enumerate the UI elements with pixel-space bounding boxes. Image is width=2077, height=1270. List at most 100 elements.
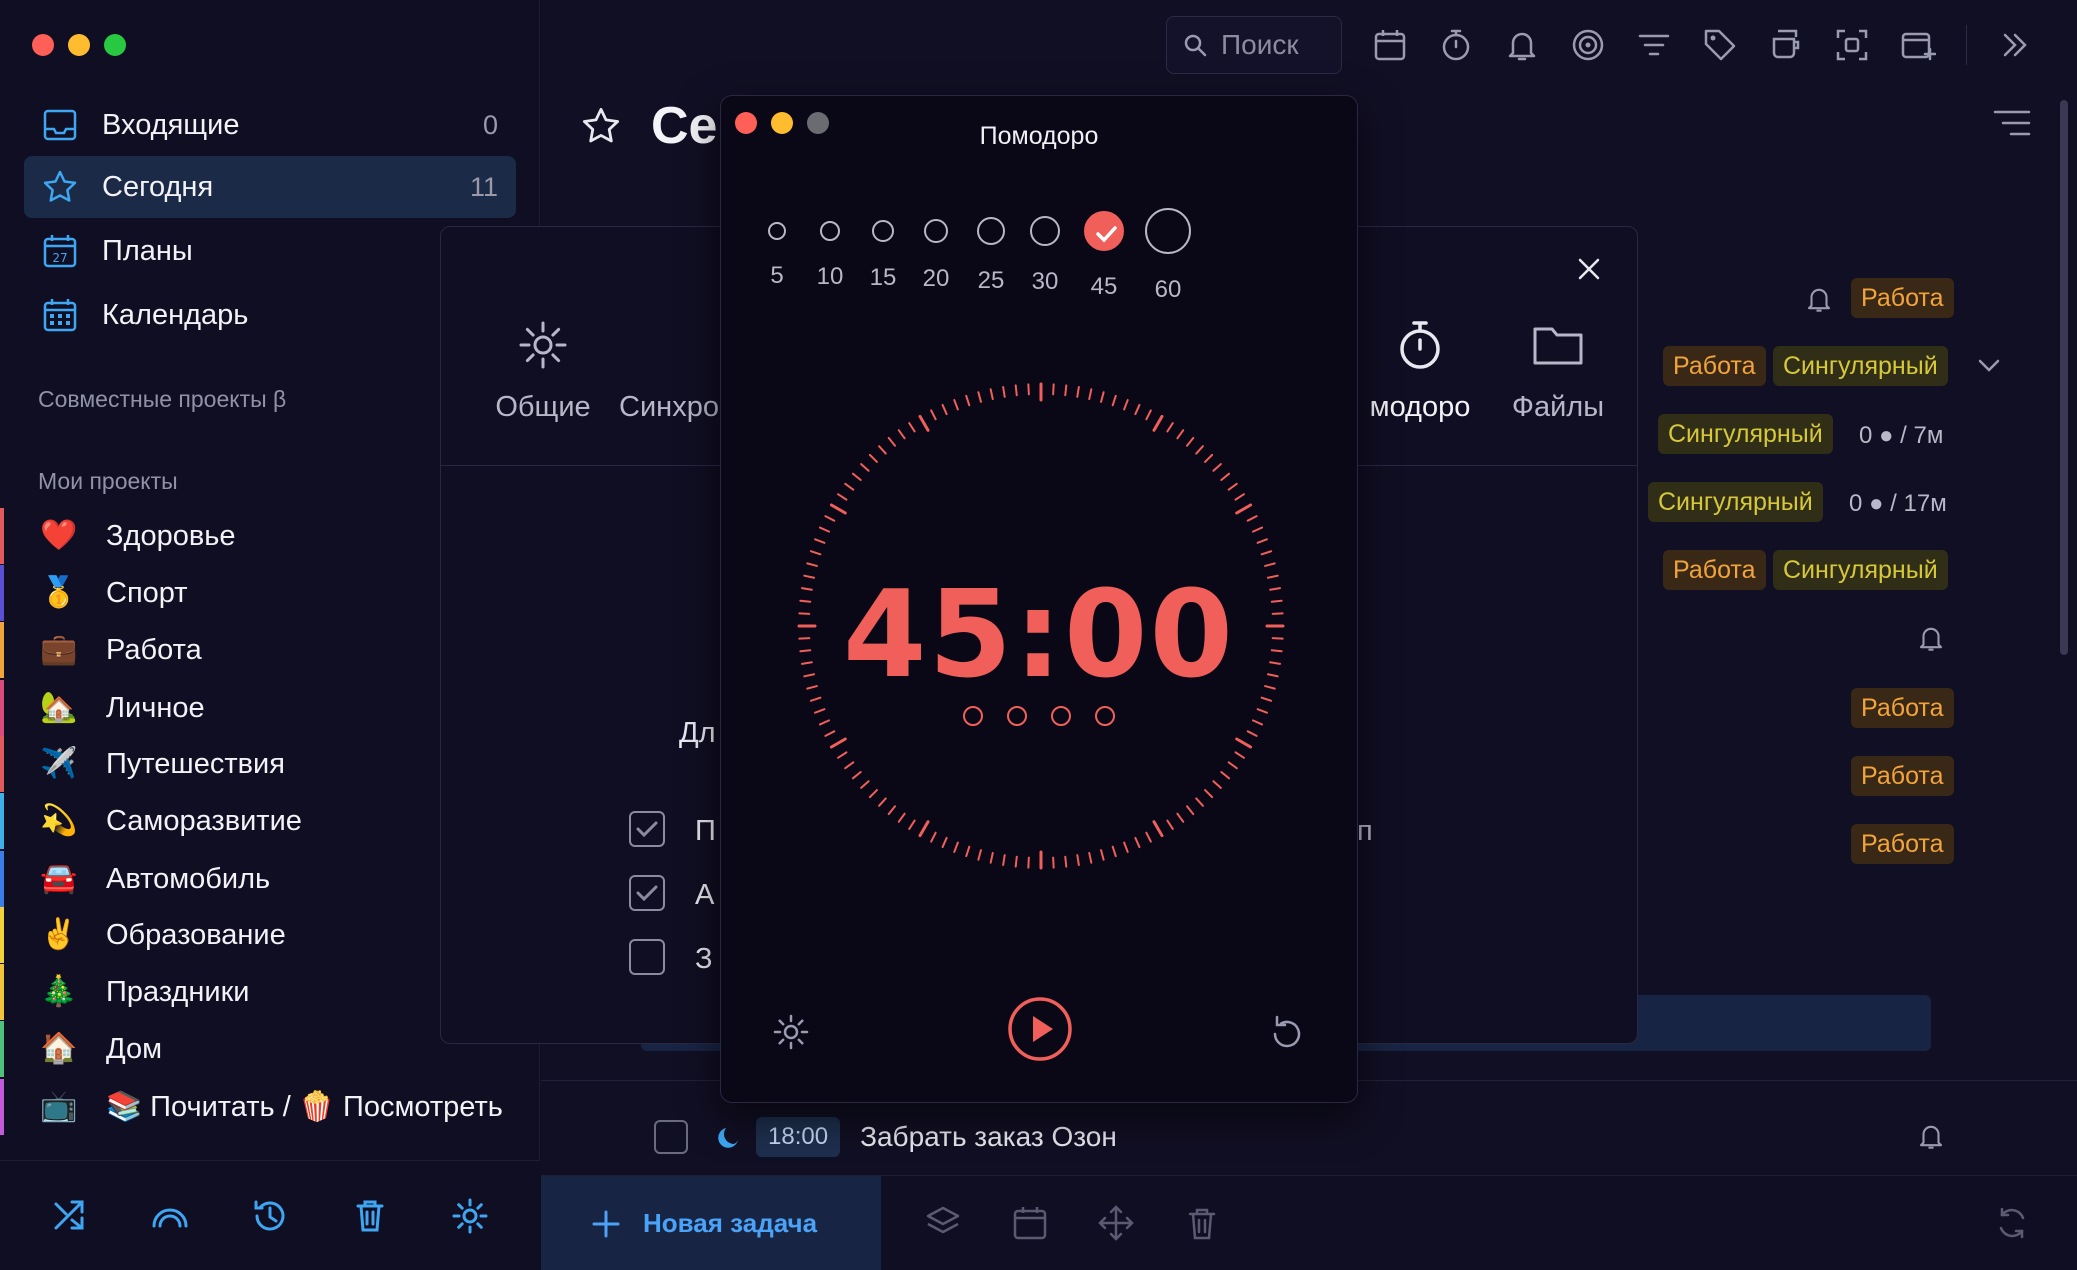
tab-files[interactable]: Файлы [1478, 317, 1638, 424]
tag-singular[interactable]: Сингулярный [1658, 414, 1833, 454]
shuffle-icon[interactable] [50, 1196, 90, 1236]
tag-icon[interactable] [1702, 27, 1738, 63]
sync-icon[interactable] [1993, 1204, 2031, 1242]
dial-tick [829, 737, 847, 749]
move-icon[interactable] [1097, 1204, 1135, 1242]
close-icon[interactable] [1575, 255, 1603, 283]
favorite-star-icon[interactable] [581, 106, 621, 146]
dial-tick [989, 388, 994, 401]
dial-tick [965, 845, 971, 858]
tag-work[interactable]: Работа [1851, 688, 1954, 728]
project-color-stripe [0, 622, 4, 678]
cup-icon[interactable] [1768, 27, 1804, 63]
sidebar-item-label: Сегодня [102, 170, 214, 203]
dial-tick [837, 751, 848, 759]
dial-tick [1002, 385, 1006, 398]
toolbar-divider [1966, 25, 1967, 65]
reset-icon[interactable] [1267, 1012, 1307, 1052]
shared-projects-header[interactable]: Совместные проекты β [38, 386, 286, 413]
setting-checkbox[interactable] [629, 939, 665, 975]
play-button[interactable] [1007, 996, 1073, 1062]
project-color-stripe [0, 565, 4, 621]
dial-tick [1176, 812, 1185, 823]
history-icon[interactable] [250, 1196, 290, 1236]
focus-target-icon[interactable] [1570, 27, 1606, 63]
dial-tick [868, 789, 878, 799]
tag-work[interactable]: Работа [1663, 550, 1766, 590]
expand-right-icon[interactable] [1997, 27, 2033, 63]
task-title[interactable]: Забрать заказ Озон [860, 1121, 1117, 1153]
project-color-stripe [0, 736, 4, 792]
reminder-bell-icon[interactable] [1916, 622, 1946, 654]
chevron-down-icon[interactable] [1977, 355, 2001, 377]
project-emoji-icon: ✈️ [40, 746, 78, 781]
tag-singular[interactable]: Сингулярный [1773, 550, 1948, 590]
filter-icon[interactable] [1636, 27, 1672, 63]
duration-option[interactable]: 60 [1133, 208, 1203, 304]
new-task-button[interactable]: Новая задача [541, 1176, 881, 1270]
duration-dot [768, 222, 786, 240]
project-item[interactable]: 📺 📚 Почитать / 🍿 Посмотреть [0, 1079, 540, 1135]
dial-tick [809, 550, 822, 556]
project-label: Образование [106, 918, 286, 951]
sidebar-toolbar [0, 1160, 540, 1270]
tag-singular[interactable]: Сингулярный [1773, 346, 1948, 386]
dial-tick [1195, 797, 1204, 807]
my-projects-header[interactable]: Мои проекты [38, 468, 178, 495]
dial-tick [1251, 526, 1264, 533]
delete-icon[interactable] [1183, 1204, 1221, 1242]
layers-icon[interactable] [924, 1204, 962, 1242]
dial-tick [930, 831, 937, 843]
setting-label: Дл [679, 717, 716, 749]
rainbow-icon[interactable] [150, 1196, 190, 1236]
trash-icon[interactable] [350, 1196, 390, 1236]
project-emoji-icon: ✌️ [40, 917, 78, 952]
tag-singular[interactable]: Сингулярный [1648, 482, 1823, 522]
minimize-window-button[interactable] [68, 34, 90, 56]
search-box[interactable] [1166, 16, 1342, 74]
dial-tick [1123, 399, 1129, 411]
inbox-icon [43, 109, 77, 141]
tag-work[interactable]: Работа [1851, 756, 1954, 796]
settings-gear-icon[interactable] [450, 1196, 490, 1236]
pomodoro-window: Помодоро 5 10 15 20 25 30 45 60 45:00 [720, 95, 1358, 1103]
maximize-window-button[interactable] [104, 34, 126, 56]
dial-tick [1234, 493, 1245, 501]
setting-checkbox[interactable] [629, 875, 665, 911]
duration-option[interactable]: 45 [1069, 208, 1139, 301]
dial-tick [897, 429, 906, 440]
tag-work[interactable]: Работа [1851, 278, 1954, 318]
tag-work[interactable]: Работа [1851, 824, 1954, 864]
setting-label: З [695, 943, 713, 975]
screenshot-icon[interactable] [1834, 27, 1870, 63]
stopwatch-icon[interactable] [1438, 27, 1474, 63]
project-label: Автомобиль [106, 862, 271, 895]
gear-icon [519, 321, 567, 369]
tab-pomodoro[interactable]: модоро [1340, 317, 1500, 424]
session-dot [1095, 706, 1115, 726]
bell-icon[interactable] [1504, 27, 1540, 63]
reminder-bell-icon[interactable] [1804, 283, 1834, 315]
project-label: Саморазвитие [106, 804, 302, 837]
sidebar-item-inbox[interactable]: Входящие 0 [24, 94, 516, 156]
dial-tick [837, 493, 848, 501]
tag-work[interactable]: Работа [1663, 346, 1766, 386]
sidebar-item-today[interactable]: Сегодня 11 [24, 156, 516, 218]
task-row[interactable]: 18:00 Забрать заказ Озон [654, 1113, 1117, 1161]
reminder-bell-icon[interactable] [1916, 1120, 1946, 1152]
search-input[interactable] [1221, 29, 1341, 61]
sort-menu-icon[interactable] [1993, 108, 2031, 138]
session-dot [1051, 706, 1071, 726]
add-window-icon[interactable] [1900, 27, 1936, 63]
close-window-button[interactable] [32, 34, 54, 56]
scrollbar[interactable] [2060, 100, 2068, 655]
plus-icon [592, 1210, 620, 1237]
dial-tick [1002, 854, 1006, 867]
pomodoro-settings-icon[interactable] [771, 1012, 811, 1052]
calendar-toolbar-icon[interactable] [1372, 27, 1408, 63]
project-emoji-icon: 🏡 [40, 690, 78, 725]
task-checkbox[interactable] [654, 1120, 688, 1154]
dial-tick [860, 780, 870, 789]
calendar-move-icon[interactable] [1011, 1204, 1049, 1242]
setting-checkbox[interactable] [629, 811, 665, 847]
